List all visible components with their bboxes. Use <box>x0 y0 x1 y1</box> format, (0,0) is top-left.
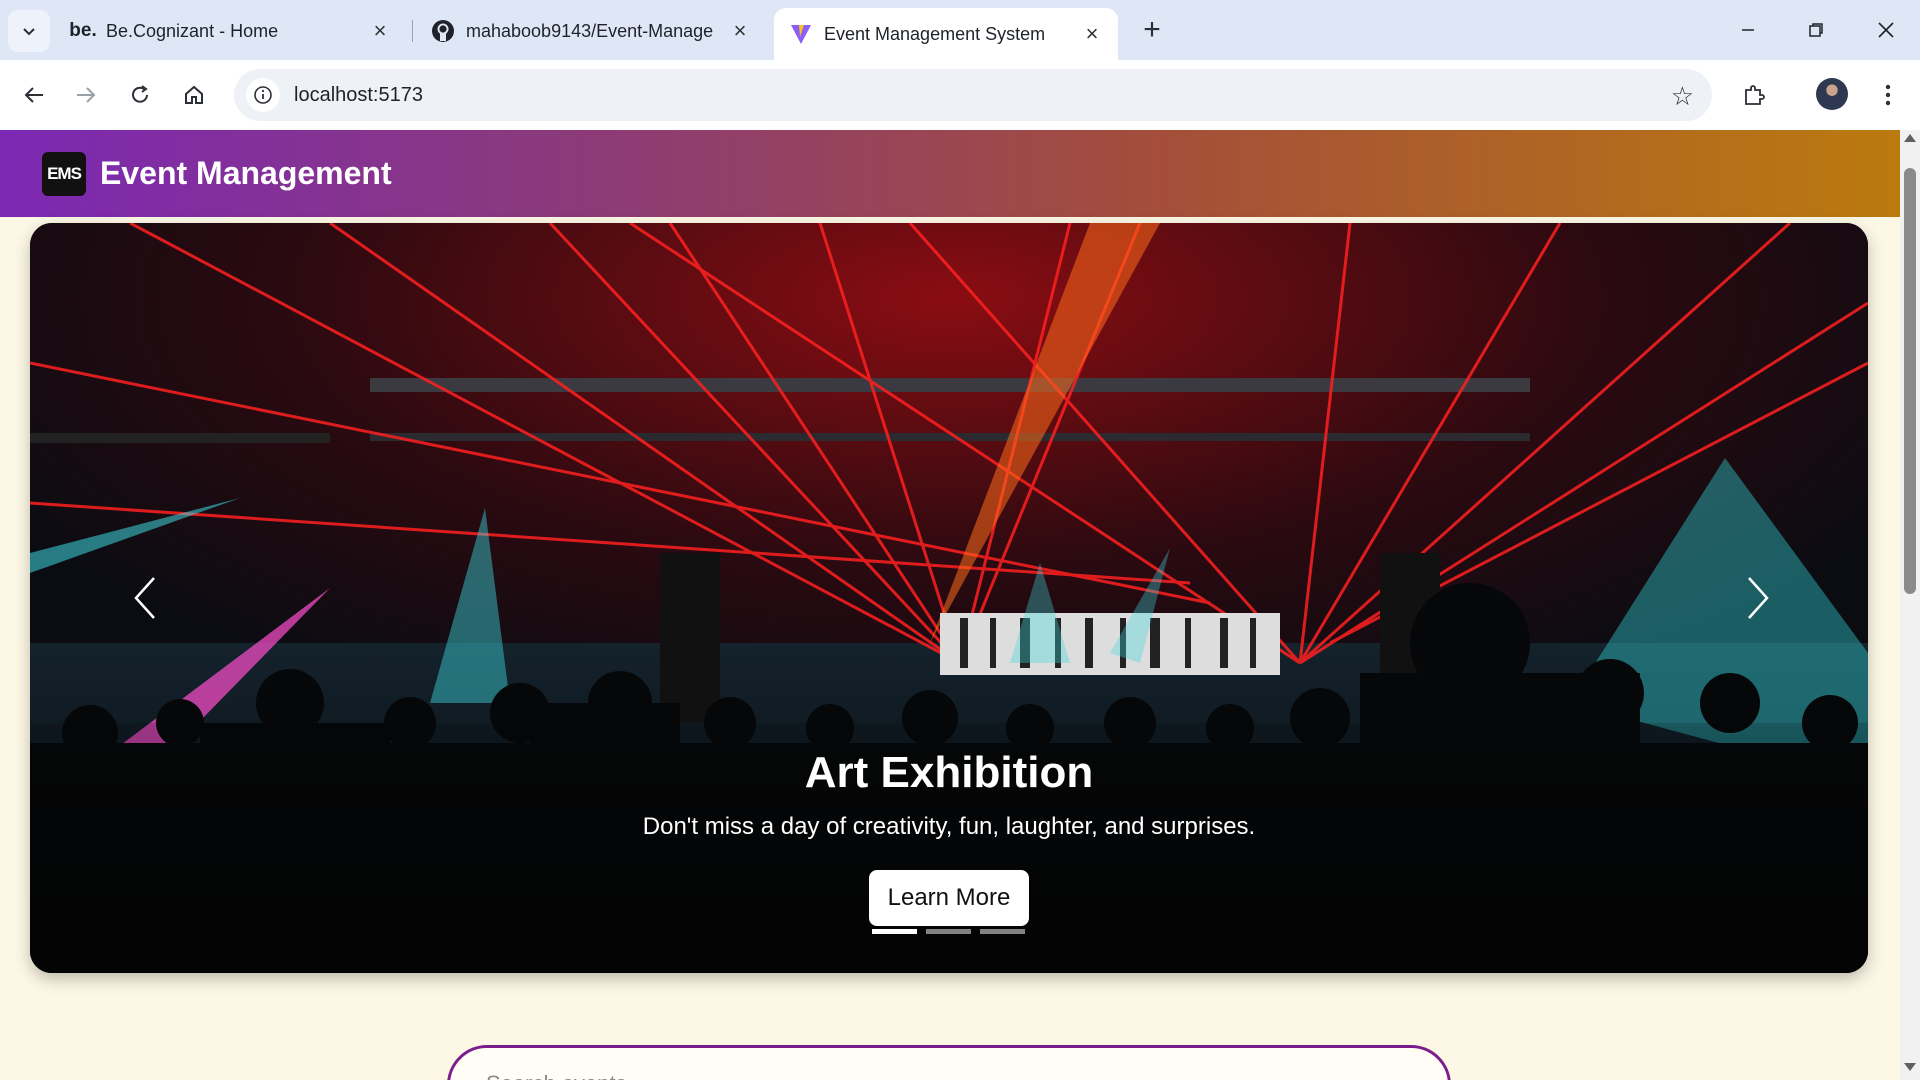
hero-carousel: Art Exhibition Don't miss a day of creat… <box>30 223 1868 973</box>
tab-be-cognizant[interactable]: be. Be.Cognizant - Home × <box>56 10 406 52</box>
site-navbar: EMS Event Management <box>0 130 1900 217</box>
carousel-subtitle: Don't miss a day of creativity, fun, lau… <box>642 813 1256 840</box>
arrow-right-icon <box>77 87 96 103</box>
github-icon <box>430 19 456 43</box>
carousel-indicator-3[interactable] <box>980 929 1025 934</box>
page-content: EMS Event Management Art Exhibition Don'… <box>0 130 1900 1080</box>
browser-tab-bar: be. Be.Cognizant - Home × mahaboob9143/E… <box>0 0 1920 60</box>
tab-github[interactable]: mahaboob9143/Event-Manage × <box>416 10 766 52</box>
search-input[interactable] <box>486 1066 1386 1080</box>
search-box <box>447 1045 1451 1080</box>
be-cognizant-icon: be. <box>69 20 97 41</box>
extensions-button[interactable] <box>1732 73 1776 117</box>
url-text: localhost:5173 <box>294 83 423 106</box>
tab-search-button[interactable] <box>8 10 50 52</box>
bookmark-star-icon[interactable]: ☆ <box>1671 81 1694 112</box>
arrow-left-icon <box>24 87 43 103</box>
close-icon[interactable]: × <box>1080 21 1104 46</box>
close-window-button[interactable] <box>1856 6 1916 54</box>
home-icon <box>185 85 203 104</box>
carousel-title: Art Exhibition <box>804 748 1094 797</box>
brand-title[interactable]: Event Management <box>100 155 392 192</box>
carousel-next-button[interactable] <box>1733 568 1783 628</box>
carousel-indicator-2[interactable] <box>926 929 971 934</box>
page-scrollbar[interactable] <box>1900 130 1920 1080</box>
close-icon[interactable]: × <box>368 18 392 43</box>
tab-title: mahaboob9143/Event-Manage <box>466 20 714 41</box>
learn-more-button[interactable]: Learn More <box>869 870 1029 926</box>
new-tab-button[interactable]: + <box>1134 12 1170 48</box>
profile-avatar[interactable] <box>1816 78 1848 110</box>
close-icon <box>1878 22 1894 38</box>
chevron-left-icon <box>134 577 155 619</box>
scroll-down-arrow-icon[interactable] <box>1904 1063 1916 1071</box>
carousel-prev-button[interactable] <box>120 568 170 628</box>
reload-button[interactable] <box>118 73 162 117</box>
menu-button[interactable] <box>1866 73 1910 117</box>
plus-icon: + <box>1143 13 1161 46</box>
restore-button[interactable] <box>1786 6 1846 54</box>
chevron-down-icon <box>23 28 35 36</box>
forward-button[interactable] <box>64 73 108 117</box>
minimize-button[interactable] <box>1718 6 1778 54</box>
minimize-icon <box>1742 29 1754 31</box>
scroll-up-arrow-icon[interactable] <box>1904 134 1916 142</box>
back-button[interactable] <box>12 73 56 117</box>
more-vertical-icon <box>1885 84 1891 106</box>
close-icon[interactable]: × <box>728 18 752 43</box>
tab-separator <box>412 20 413 42</box>
chevron-right-icon <box>1748 577 1769 619</box>
tab-event-management[interactable]: Event Management System × <box>774 8 1118 60</box>
tab-title: Event Management System <box>824 23 1046 44</box>
vite-icon <box>788 22 814 46</box>
restore-icon <box>1809 23 1823 37</box>
tab-title: Be.Cognizant - Home <box>106 20 279 41</box>
puzzle-icon <box>1745 85 1765 105</box>
carousel-indicators <box>872 929 1025 934</box>
carousel-indicator-1[interactable] <box>872 929 917 934</box>
site-info-icon[interactable] <box>246 78 280 112</box>
home-button[interactable] <box>172 73 216 117</box>
address-bar[interactable]: localhost:5173 ☆ <box>234 69 1712 121</box>
browser-toolbar: localhost:5173 ☆ <box>0 60 1920 130</box>
reload-icon <box>132 85 148 103</box>
scrollbar-thumb[interactable] <box>1904 168 1916 594</box>
ems-logo[interactable]: EMS <box>42 151 86 196</box>
